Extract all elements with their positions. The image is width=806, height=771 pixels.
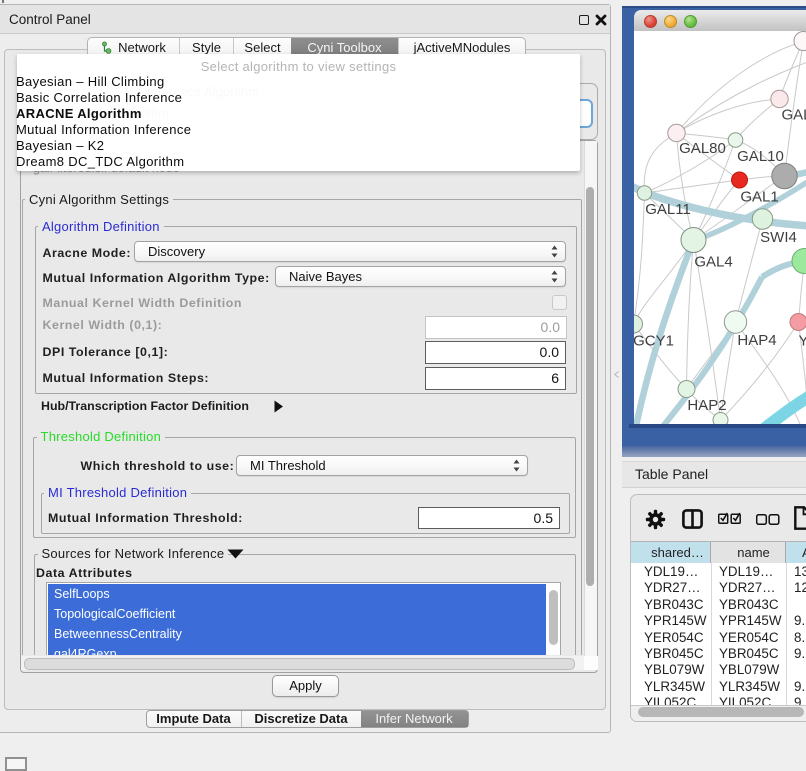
svg-text:GAL11: GAL11: [645, 201, 691, 218]
svg-text:HAP2: HAP2: [687, 397, 726, 414]
svg-text:GCY1: GCY1: [634, 333, 674, 350]
svg-text:GAL4: GAL4: [694, 254, 732, 271]
svg-text:GAL1: GAL1: [740, 189, 778, 206]
svg-text:GAL10: GAL10: [737, 148, 784, 165]
svg-text:GAL80: GAL80: [679, 140, 726, 157]
svg-text:SWI4: SWI4: [760, 229, 797, 246]
svg-text:YJR048W: YJR048W: [798, 333, 806, 350]
svg-text:HAP4: HAP4: [737, 332, 776, 349]
svg-text:GAL80: GAL80: [781, 107, 806, 124]
